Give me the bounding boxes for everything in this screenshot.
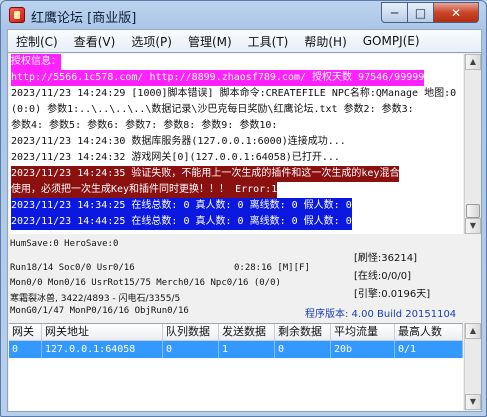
status-time: 0:28:16 [M][F]	[234, 263, 310, 273]
menu-view[interactable]: 查看(V)	[66, 33, 124, 50]
status-run: Run18/14 Soc0/0 Usr0/16	[10, 263, 135, 273]
log-line-text: 2023/11/23 14:34:25 在线总数: 0 真人数: 0 离线数: …	[11, 198, 352, 214]
cell-queue: 0	[163, 341, 219, 358]
close-button[interactable]: ✕	[433, 2, 479, 23]
cell-avg-traffic: 20b	[331, 341, 395, 358]
table-header: 网关 网关地址 队列数据 发送数据 剩余数据 平均流量 最高人数	[9, 324, 463, 341]
log-line-text: (0:0) 参数1:..\..\..\..\数据记录\沙巴克每日奖励\红鹰论坛.…	[11, 104, 414, 115]
menu-tools[interactable]: 工具(T)	[240, 33, 297, 50]
col-gateway[interactable]: 网关	[9, 324, 42, 341]
scroll-thumb[interactable]	[466, 204, 480, 218]
menu-options[interactable]: 选项(P)	[123, 33, 180, 50]
scroll-down-icon[interactable]: ▼	[465, 218, 481, 234]
client-area: 授权信息： http://5566.1c578.com/ http://8899.…	[7, 52, 482, 412]
log-line: 2023/11/23 14:24:30 数据库服务器(127.0.0.1:600…	[9, 134, 463, 150]
col-queue[interactable]: 队列数据	[163, 324, 219, 341]
scroll-up-icon[interactable]: ▲	[465, 54, 481, 70]
menu-control[interactable]: 控制(C)	[8, 33, 66, 50]
online-counter: [在线:0/0/0]	[354, 271, 411, 282]
log-line: 2023/11/23 14:34:25 在线总数: 0 真人数: 0 离线数: …	[9, 198, 463, 214]
status-humsave: HumSave:0 HeroSave:0	[10, 239, 119, 249]
maximize-button[interactable]: □	[407, 2, 434, 23]
status-panel: HumSave:0 HeroSave:0 Run18/14 Soc0/0 Usr…	[9, 237, 480, 322]
program-version: 程序版本: 4.00 Build 20151104	[305, 309, 457, 320]
minimize-button[interactable]: ─	[381, 2, 408, 23]
log-line-text: 2023/11/23 14:24:29 [1000]脚本错误] 脚本命令:CRE…	[11, 88, 457, 99]
menu-gompj[interactable]: GOMPJ(E)	[355, 34, 428, 48]
main-window: 红鹰论坛 [商业版] ─ □ ✕ 控制(C) 查看(V) 选项(P) 管理(M)…	[0, 0, 487, 417]
menu-bar: 控制(C) 查看(V) 选项(P) 管理(M) 工具(T) 帮助(H) GOMP…	[7, 29, 482, 53]
menu-help[interactable]: 帮助(H)	[296, 33, 354, 50]
log-line: http://5566.1c578.com/ http://8899.zhaos…	[9, 70, 463, 86]
log-line: 参数4: 参数5: 参数6: 参数7: 参数8: 参数9: 参数10:	[9, 118, 463, 134]
refresh-counter: [刷怪:36214]	[354, 253, 417, 264]
log-line: 2023/11/23 14:24:32 游戏网关[0](127.0.0.1:64…	[9, 150, 463, 166]
log-line-text: 参数4: 参数5: 参数6: 参数7: 参数8: 参数9: 参数10:	[11, 120, 278, 131]
cell-remaining: 0	[275, 341, 331, 358]
log-line-text: 2023/11/23 14:24:32 游戏网关[0](127.0.0.1:64…	[11, 152, 340, 163]
cell-gateway: 0	[9, 341, 42, 358]
log-line-text: 使用，必须把一次生成Key和插件同时更换！！！ Error:1	[11, 182, 278, 198]
col-address[interactable]: 网关地址	[42, 324, 163, 341]
window-title: 红鹰论坛 [商业版]	[31, 11, 137, 26]
cell-sent: 1	[219, 341, 275, 358]
log-line: (0:0) 参数1:..\..\..\..\数据记录\沙巴克每日奖励\红鹰论坛.…	[9, 102, 463, 118]
col-avg-traffic[interactable]: 平均流量	[331, 324, 395, 341]
status-mongen: MonG0/1/47 MonP0/16/16 ObjRun0/16	[10, 306, 189, 316]
col-remaining[interactable]: 剩余数据	[275, 324, 331, 341]
col-max-users[interactable]: 最高人数	[395, 324, 463, 341]
log-line: 2023/11/23 14:24:29 [1000]脚本错误] 脚本命令:CRE…	[9, 86, 463, 102]
log-line: 2023/11/23 14:24:35 验证失败，不能用上一次生成的插件和这一次…	[9, 166, 463, 182]
log-line: 使用，必须把一次生成Key和插件同时更换！！！ Error:1	[9, 182, 463, 198]
cell-max-users: 0/1	[395, 341, 463, 358]
table-row[interactable]: 0 127.0.0.1:64058 0 1 0 20b 0/1	[9, 341, 463, 358]
table-scrollbar[interactable]: ▲ ▼	[464, 323, 481, 410]
gateway-table[interactable]: 网关 网关地址 队列数据 发送数据 剩余数据 平均流量 最高人数 0 127.0…	[9, 323, 463, 411]
engine-counter: [引擎:0.0196天]	[354, 289, 431, 300]
log-line-text: 2023/11/23 14:44:25 在线总数: 0 真人数: 0 离线数: …	[11, 214, 352, 230]
status-mon: Mon0/0 Mon0/16 UsrRot15/75 Merch0/16 Npc…	[10, 278, 281, 288]
log-line: 授权信息：	[9, 54, 463, 70]
log-line-text: http://5566.1c578.com/ http://8899.zhaos…	[11, 70, 425, 86]
log-line: 2023/11/23 14:44:25 在线总数: 0 真人数: 0 离线数: …	[9, 214, 463, 230]
col-sent[interactable]: 发送数据	[219, 324, 275, 341]
log-line-text: 授权信息：	[11, 54, 61, 70]
log-line-text: 2023/11/23 14:24:35 验证失败，不能用上一次生成的插件和这一次…	[11, 166, 400, 182]
cell-address: 127.0.0.1:64058	[42, 341, 163, 358]
log-panel[interactable]: 授权信息： http://5566.1c578.com/ http://8899.…	[9, 54, 463, 234]
app-icon	[9, 7, 25, 23]
title-bar[interactable]: 红鹰论坛 [商业版] ─ □ ✕	[1, 1, 486, 29]
scroll-down-icon[interactable]: ▼	[465, 394, 481, 410]
menu-manage[interactable]: 管理(M)	[180, 33, 240, 50]
log-line-text: 2023/11/23 14:24:30 数据库服务器(127.0.0.1:600…	[11, 136, 346, 147]
log-scrollbar[interactable]: ▲ ▼	[464, 54, 481, 234]
status-boss: 寒霜裂冰兽, 3422/4893 - 闪电石/3355/5	[10, 294, 181, 304]
scroll-up-icon[interactable]: ▲	[465, 323, 481, 339]
